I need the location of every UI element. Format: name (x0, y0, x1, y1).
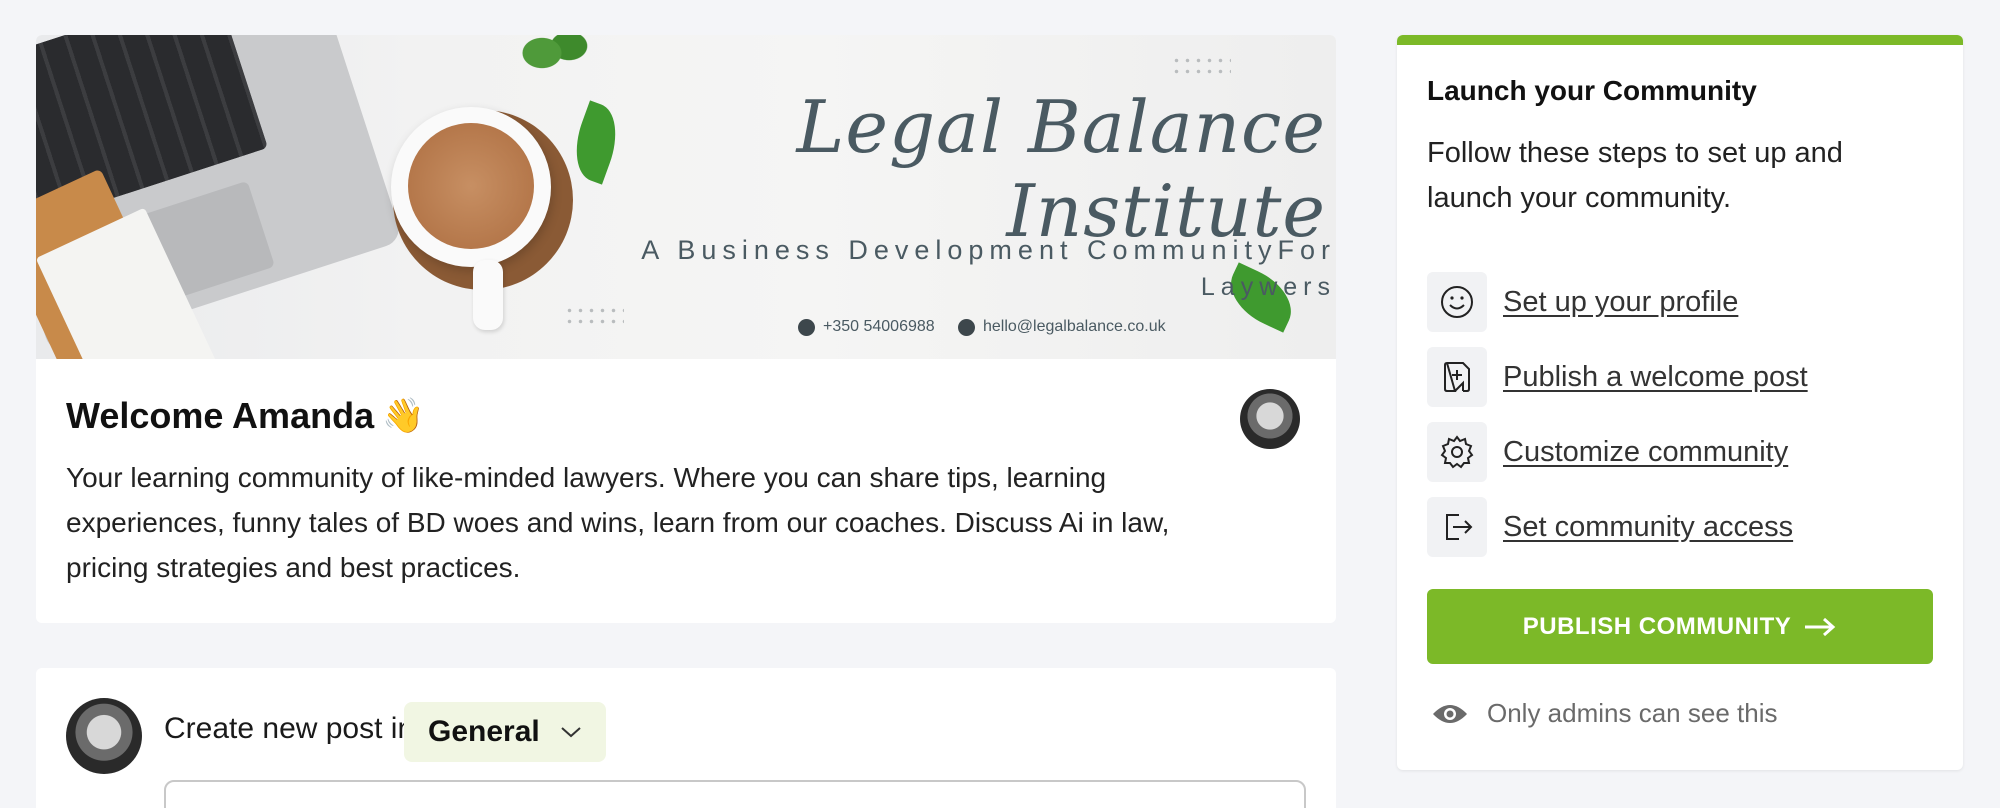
waving-hand-icon: 👋 (382, 397, 425, 435)
accent-bar (1397, 35, 1963, 45)
banner-subtitle-line2: Laywers (1200, 273, 1336, 301)
admin-visibility-note: Only admins can see this (1431, 698, 1777, 729)
post-input[interactable] (164, 780, 1306, 808)
avatar[interactable] (1240, 389, 1300, 449)
publish-community-button[interactable]: PUBLISH COMMUNITY (1427, 589, 1933, 664)
welcome-body: Welcome Amanda 👋 Your learning community… (36, 359, 1336, 590)
banner-leaf-graphic (564, 100, 628, 185)
eye-icon (1433, 704, 1467, 723)
create-post-card: Create new post in General (36, 668, 1336, 808)
community-banner: Legal Balance Institute A Business Devel… (36, 35, 1336, 359)
channel-select[interactable]: General (404, 702, 606, 762)
step-setup-profile[interactable]: Set up your profile (1427, 272, 1738, 332)
welcome-card: Legal Balance Institute A Business Devel… (36, 35, 1336, 623)
banner-email: hello@legalbalance.co.uk (958, 318, 1166, 336)
step-publish-welcome-post[interactable]: Publish a welcome post (1427, 347, 1808, 407)
launch-title: Launch your Community (1427, 75, 1757, 106)
new-document-icon (1427, 347, 1487, 407)
channel-select-value: General (428, 715, 540, 748)
banner-title: Legal Balance Institute (796, 85, 1326, 253)
banner-phone: +350 54006988 (798, 318, 935, 336)
chevron-down-icon (561, 727, 581, 738)
phone-icon (798, 318, 815, 336)
create-post-label: Create new post in (164, 712, 415, 745)
gear-icon (1427, 422, 1487, 482)
launch-description: Follow these steps to set up and launch … (1427, 137, 1843, 214)
step-set-community-access[interactable]: Set community access (1427, 497, 1793, 557)
arrow-right-icon (1805, 617, 1836, 636)
smiley-icon (1427, 272, 1487, 332)
welcome-heading: Welcome Amanda 👋 (66, 395, 425, 436)
sign-out-icon (1427, 497, 1487, 557)
email-icon (958, 318, 975, 336)
step-customize-community[interactable]: Customize community (1427, 422, 1788, 482)
avatar[interactable] (66, 698, 142, 774)
banner-subtitle: A Business Development CommunityFor (641, 235, 1336, 265)
launch-community-card: Launch your Community Follow these steps… (1397, 35, 1963, 770)
banner-plant-graphic (506, 35, 596, 95)
welcome-description: Your learning community of like-minded l… (66, 462, 1170, 583)
